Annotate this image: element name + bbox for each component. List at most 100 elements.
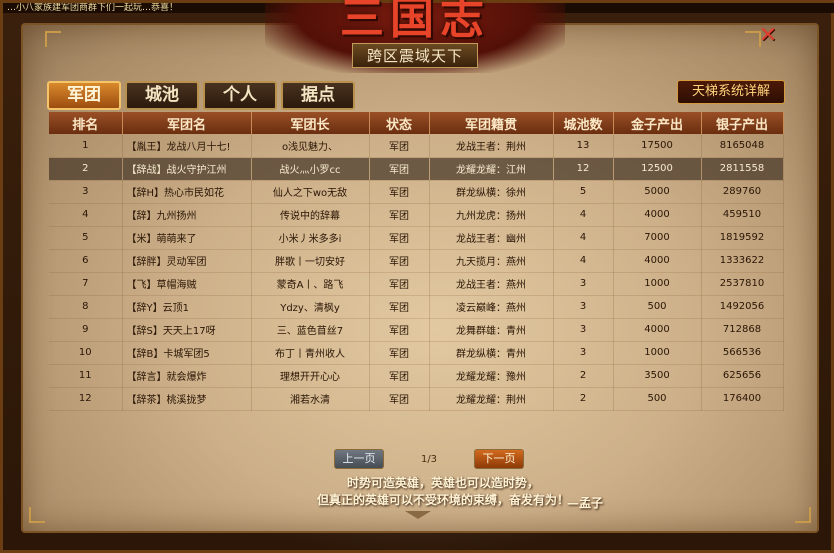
- cell-silver-output: 8165048: [701, 134, 784, 158]
- cell-legion-name: 【辞言】就会爆炸: [122, 364, 252, 388]
- table-row[interactable]: 11 【辞言】就会爆炸 理想开开心心 军团 龙耀龙耀：豫州 2 3500 625656: [49, 364, 784, 388]
- cell-gold-output: 1000: [613, 272, 702, 296]
- cell-gold-output: 3500: [613, 364, 702, 388]
- table-row[interactable]: 2 【辞战】战火守护江州 战火灬小罗cc 军团 龙耀龙耀：江州 12 12500 281155…: [49, 157, 784, 181]
- table-row[interactable]: 5 【米】萌萌来了 小米丿米多多i 军团 龙战王者：幽州 4 7000 1819592: [49, 226, 784, 250]
- scroll-down-icon[interactable]: [405, 511, 431, 519]
- cell-rank: 1: [49, 134, 123, 158]
- cell-status: 军团: [369, 134, 430, 158]
- cell-city-count: 3: [553, 272, 614, 296]
- corner-ornament: [795, 507, 811, 523]
- cell-legion-name: 【胤王】龙战八月十七!: [122, 134, 252, 158]
- cell-rank: 8: [49, 295, 123, 319]
- cell-gold-output: 4000: [613, 249, 702, 273]
- cell-city-count: 4: [553, 249, 614, 273]
- table-row[interactable]: 12 【辞茶】桃溪拢梦 湘若水清 军团 龙耀龙耀：荆州 2 500 176400: [49, 387, 784, 411]
- corner-ornament: [29, 507, 45, 523]
- cell-leader: Ydzy、清枫y: [251, 295, 370, 319]
- ladder-system-details-button[interactable]: 天梯系统详解: [677, 80, 785, 104]
- game-window-frame: …小八家族建军团商群下们一起玩…恭喜！ 三国志 跨区震域天下 ✕ 军团 城池 个…: [0, 0, 834, 553]
- cell-city-count: 13: [553, 134, 614, 158]
- cell-status: 军团: [369, 318, 430, 342]
- pagination: 上一页 1/3 下一页: [334, 449, 524, 469]
- legion-ranking-table: 排名 军团名 军团长 状态 军团籍贯 城池数 金子产出 银子产出 1 【胤王】龙战…: [49, 112, 784, 411]
- cell-origin: 龙战王者：荆州: [429, 134, 554, 158]
- cell-leader: 传说中的辞幕: [251, 203, 370, 227]
- cell-legion-name: 【辞战】战火守护江州: [122, 157, 252, 181]
- cell-origin: 龙战王者：幽州: [429, 226, 554, 250]
- cell-status: 军团: [369, 180, 430, 204]
- cell-origin: 龙战王者：燕州: [429, 272, 554, 296]
- cell-silver-output: 2811558: [701, 157, 784, 181]
- cell-origin: 九州龙虎：扬州: [429, 203, 554, 227]
- cell-city-count: 5: [553, 180, 614, 204]
- cell-silver-output: 2537810: [701, 272, 784, 296]
- cell-silver-output: 625656: [701, 364, 784, 388]
- cell-rank: 6: [49, 249, 123, 273]
- table-row[interactable]: 6 【辞胖】灵动军团 胖歌丨一切安好 军团 九天揽月：燕州 4 4000 1333622: [49, 249, 784, 273]
- table-row[interactable]: 10 【辞B】卡城军团5 布丁丨青州收人 军团 群龙纵横：青州 3 1000 566536: [49, 341, 784, 365]
- cell-status: 军团: [369, 341, 430, 365]
- next-page-button[interactable]: 下一页: [474, 449, 524, 469]
- cell-leader: 三、蓝色苜丝7: [251, 318, 370, 342]
- cell-status: 军团: [369, 387, 430, 411]
- table-header-row: 排名 军团名 军团长 状态 军团籍贯 城池数 金子产出 银子产出: [49, 112, 784, 134]
- header-origin: 军团籍贯: [429, 112, 554, 134]
- cell-legion-name: 【辞B】卡城军团5: [122, 341, 252, 365]
- close-icon[interactable]: ✕: [757, 25, 779, 48]
- cell-silver-output: 566536: [701, 341, 784, 365]
- table-row[interactable]: 8 【辞Y】云顶1 Ydzy、清枫y 军团 凌云巅峰：燕州 3 500 1492056: [49, 295, 784, 319]
- cell-leader: 胖歌丨一切安好: [251, 249, 370, 273]
- cell-status: 军团: [369, 295, 430, 319]
- cell-rank: 5: [49, 226, 123, 250]
- cell-gold-output: 7000: [613, 226, 702, 250]
- cell-origin: 群龙纵横：青州: [429, 341, 554, 365]
- cell-city-count: 2: [553, 364, 614, 388]
- cell-leader: 战火灬小罗cc: [251, 157, 370, 181]
- cell-rank: 10: [49, 341, 123, 365]
- cell-silver-output: 712868: [701, 318, 784, 342]
- tab-stronghold[interactable]: 据点: [281, 81, 355, 110]
- table-row[interactable]: 3 【辞H】热心市民如花 仙人之下wo无敌 军团 群龙纵横：徐州 5 5000 289760: [49, 180, 784, 204]
- prev-page-button[interactable]: 上一页: [334, 449, 384, 469]
- cell-leader: o浅见魅力、: [251, 134, 370, 158]
- cell-status: 军团: [369, 272, 430, 296]
- header-rank: 排名: [49, 112, 123, 134]
- logo-subtitle: 跨区震域天下: [351, 43, 478, 68]
- cell-leader: 蒙奇A丨、路飞: [251, 272, 370, 296]
- cell-rank: 11: [49, 364, 123, 388]
- cell-gold-output: 500: [613, 295, 702, 319]
- cell-rank: 12: [49, 387, 123, 411]
- cell-legion-name: 【飞】草帽海贼: [122, 272, 252, 296]
- table-row[interactable]: 1 【胤王】龙战八月十七! o浅见魅力、 军团 龙战王者：荆州 13 17500 816504…: [49, 134, 784, 158]
- table-row[interactable]: 9 【辞S】天天上17呀 三、蓝色苜丝7 军团 龙舞群雄：青州 3 4000 712868: [49, 318, 784, 342]
- cell-rank: 7: [49, 272, 123, 296]
- cell-leader: 仙人之下wo无敌: [251, 180, 370, 204]
- cell-origin: 龙耀龙耀：荆州: [429, 387, 554, 411]
- game-logo-banner: 三国志 跨区震域天下: [265, 0, 565, 73]
- cell-city-count: 3: [553, 318, 614, 342]
- table-row[interactable]: 7 【飞】草帽海贼 蒙奇A丨、路飞 军团 龙战王者：燕州 3 1000 2537810: [49, 272, 784, 296]
- cell-legion-name: 【米】萌萌来了: [122, 226, 252, 250]
- cell-status: 军团: [369, 364, 430, 388]
- header-leader: 军团长: [251, 112, 370, 134]
- cell-gold-output: 500: [613, 387, 702, 411]
- ranking-tabs: 军团 城池 个人 据点: [47, 81, 355, 110]
- cell-silver-output: 176400: [701, 387, 784, 411]
- cell-silver-output: 1819592: [701, 226, 784, 250]
- tab-city[interactable]: 城池: [125, 81, 199, 110]
- header-status: 状态: [369, 112, 430, 134]
- cell-status: 军团: [369, 226, 430, 250]
- cell-silver-output: 289760: [701, 180, 784, 204]
- tab-legion[interactable]: 军团: [47, 81, 121, 110]
- tab-personal[interactable]: 个人: [203, 81, 277, 110]
- cell-gold-output: 4000: [613, 318, 702, 342]
- cell-city-count: 12: [553, 157, 614, 181]
- cell-legion-name: 【辞茶】桃溪拢梦: [122, 387, 252, 411]
- header-silver-output: 银子产出: [701, 112, 784, 134]
- cell-origin: 龙耀龙耀：江州: [429, 157, 554, 181]
- cell-gold-output: 1000: [613, 341, 702, 365]
- cell-origin: 群龙纵横：徐州: [429, 180, 554, 204]
- table-row[interactable]: 4 【辞】九州扬州 传说中的辞幕 军团 九州龙虎：扬州 4 4000 459510: [49, 203, 784, 227]
- cell-silver-output: 1492056: [701, 295, 784, 319]
